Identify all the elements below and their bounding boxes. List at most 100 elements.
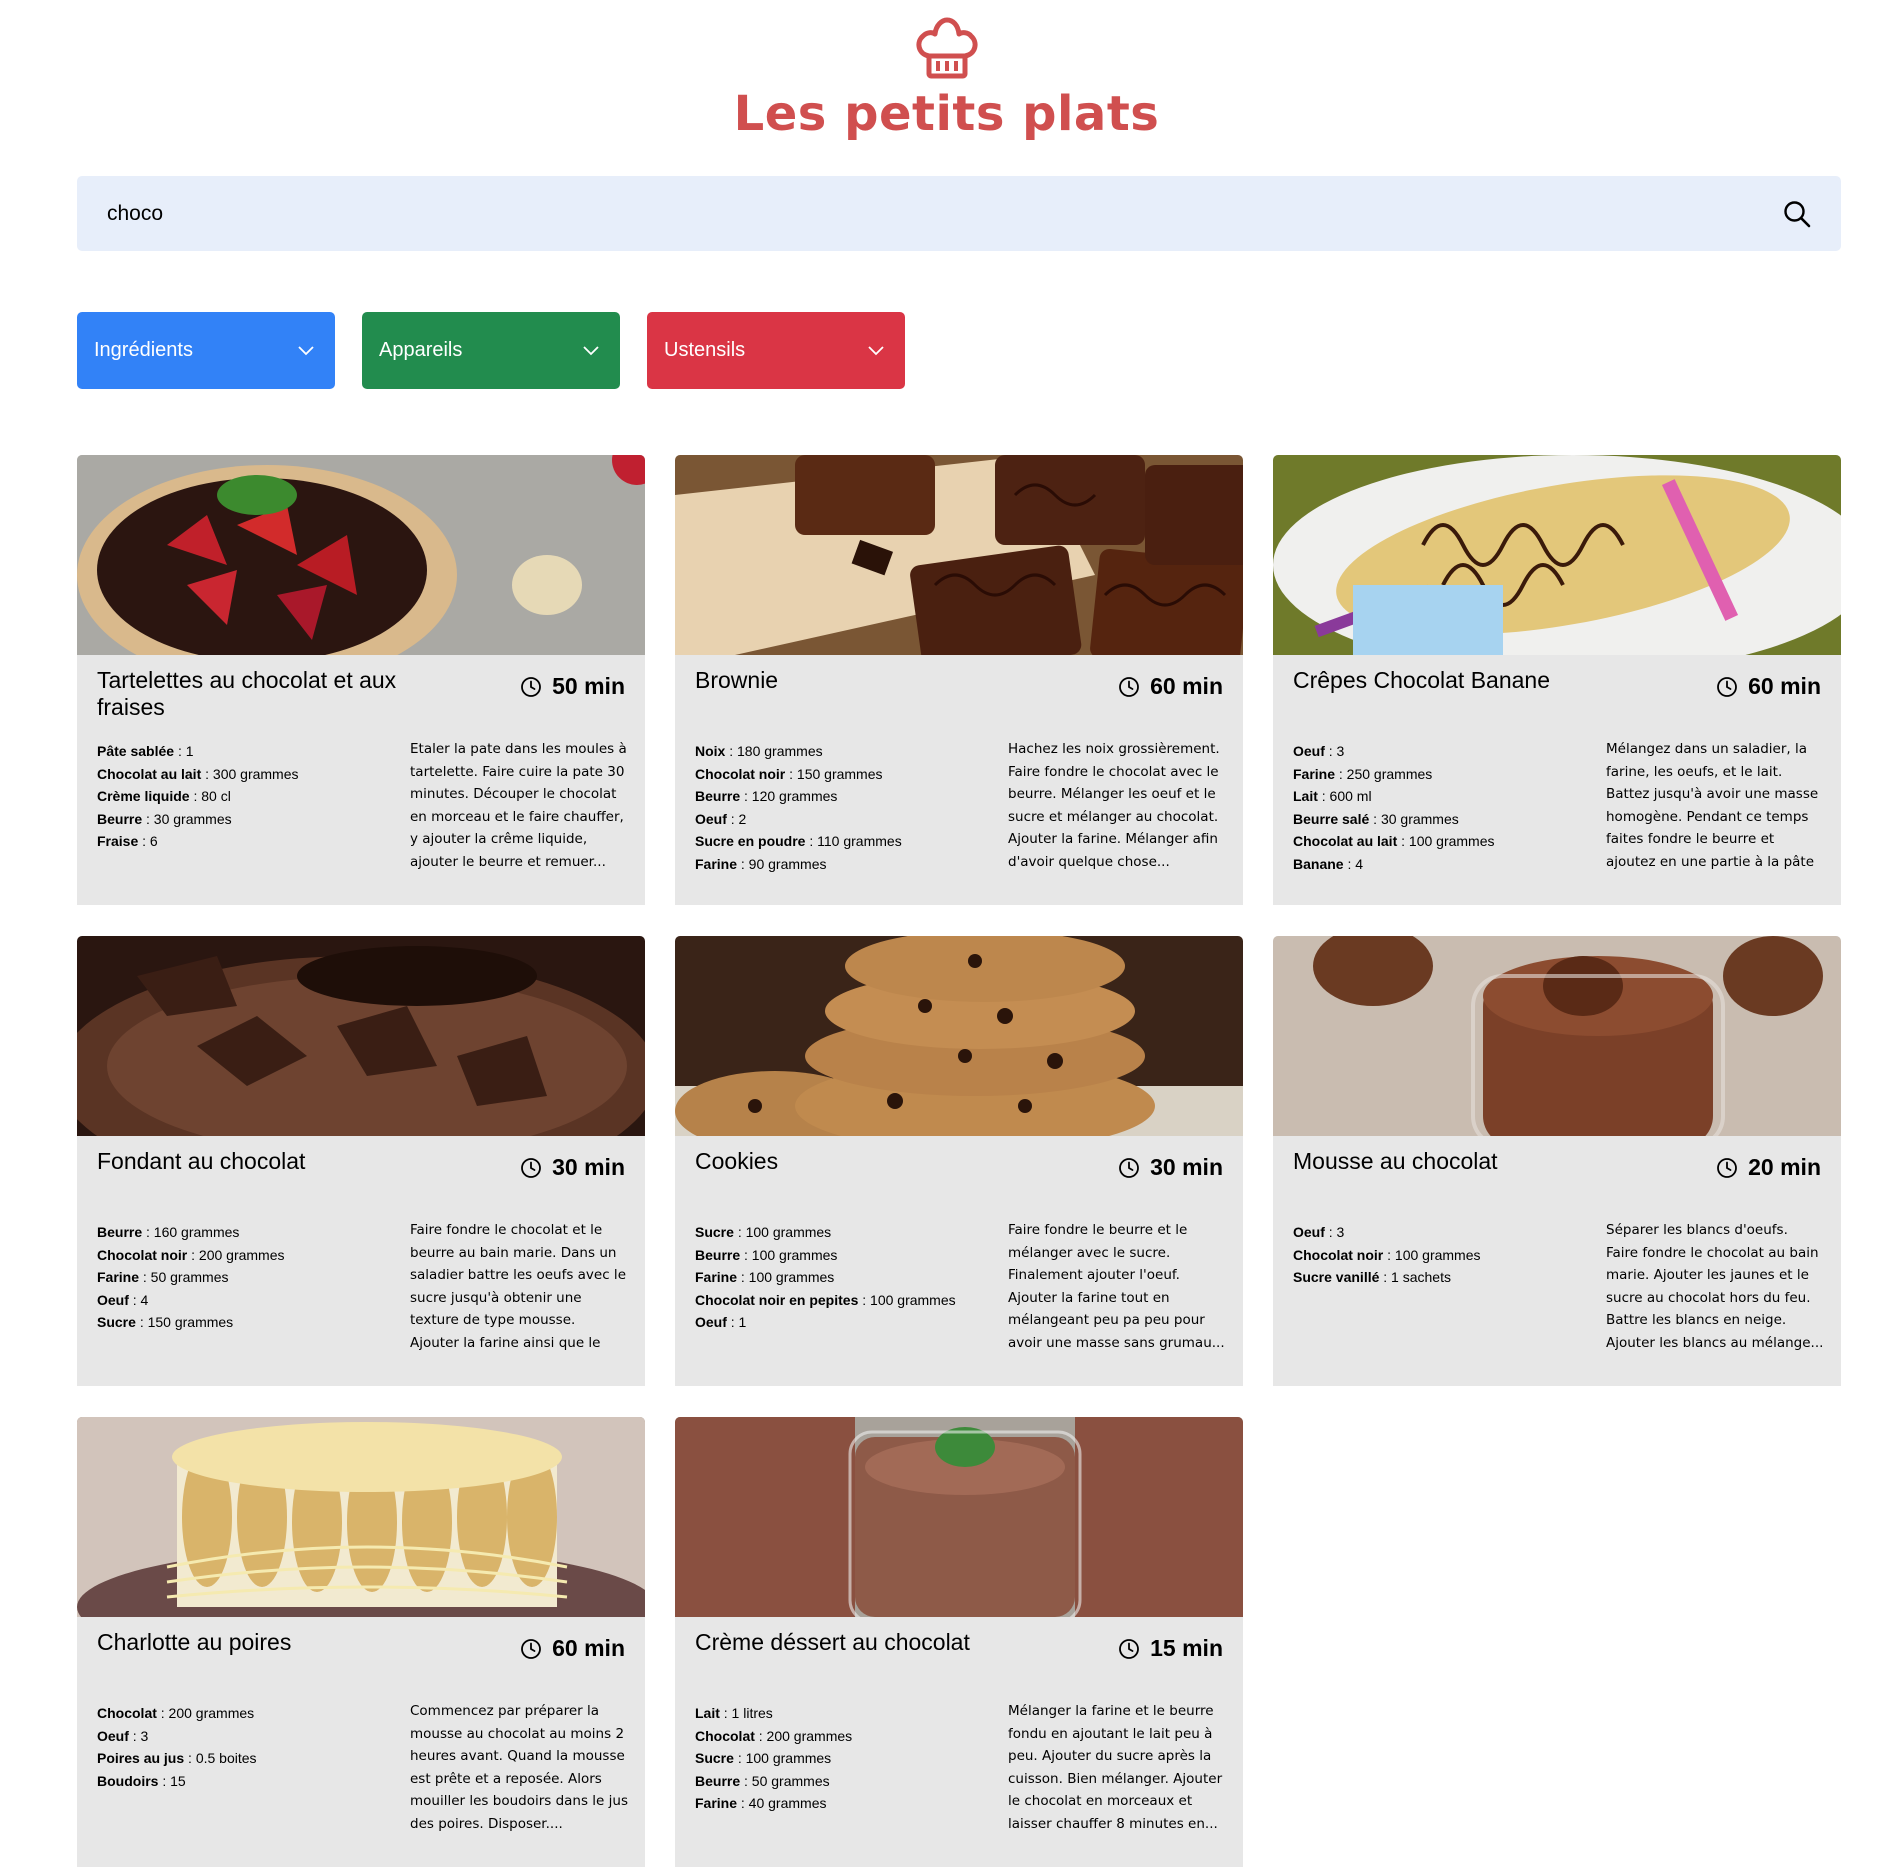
ingredient-name: Chocolat au lait [97, 765, 202, 782]
recipe-card[interactable]: Fondant au chocolat 30 min Beurre : 160 … [77, 936, 645, 1386]
ingredients-filter-button[interactable]: Ingrédients [77, 312, 335, 389]
ingredient-row: Beurre : 50 grammes [695, 1770, 985, 1793]
ingredient-name: Chocolat noir [1293, 1246, 1384, 1263]
ingredient-quantity: : 250 grammes [1338, 765, 1433, 782]
ingredient-list: Oeuf : 3 Farine : 250 grammes Lait : 600 m… [1293, 740, 1583, 875]
ingredient-quantity: : 90 grammes [740, 855, 827, 872]
recipe-description: Faire fondre le chocolat et le beurre au… [410, 1222, 626, 1351]
ingredient-row: Oeuf : 3 [97, 1725, 387, 1748]
ingredient-row: Noix : 180 grammes [695, 740, 985, 763]
clock-icon [1717, 1157, 1738, 1178]
recipe-card[interactable]: Crêpes Chocolat Banane 60 min Oeuf : 3 Fa… [1273, 455, 1841, 905]
ingredient-quantity: : 3 [1328, 743, 1345, 759]
ingredient-row: Pâte sablée : 1 [97, 740, 387, 763]
recipe-image [77, 455, 645, 655]
ingredient-name: Sucre en poudre [695, 833, 806, 849]
ingredient-name: Banane [1293, 855, 1344, 872]
ingredient-quantity: : 150 grammes [789, 765, 883, 782]
ingredient-name: Sucre [97, 1314, 136, 1330]
ingredient-quantity: : 160 grammes [146, 1224, 240, 1240]
recipe-card[interactable]: Charlotte au poires 60 min Chocolat : 20… [77, 1417, 645, 1867]
ingredient-name: Chocolat noir en pepites [695, 1291, 859, 1308]
ustensils-filter-button[interactable]: Ustensils [647, 312, 905, 389]
ingredient-row: Boudoirs : 15 [97, 1770, 387, 1793]
search-bar [77, 175, 1841, 252]
clock-icon [521, 676, 542, 697]
ingredient-quantity: : 3 [132, 1727, 149, 1744]
ingredient-row: Poires au jus : 0.5 boites [97, 1747, 387, 1770]
clock-icon [1119, 1638, 1140, 1659]
recipe-time-value: 60 min [552, 1635, 625, 1661]
ingredient-name: Crème liquide [97, 788, 190, 804]
recipe-description: Mélangez dans un saladier, la farine, le… [1606, 741, 1819, 870]
recipe-card[interactable]: Cookies 30 min Sucre : 100 grammes Beurre… [675, 936, 1243, 1386]
chevron-down-icon [298, 345, 314, 355]
recipe-card[interactable]: Crème déssert au chocolat 15 min Lait : … [675, 1417, 1243, 1867]
recipe-time-value: 60 min [1748, 673, 1821, 699]
ingredient-name: Fraise [97, 833, 139, 849]
ingredient-name: Boudoirs [97, 1772, 159, 1789]
recipe-title: Tartelettes au chocolat et aux fraises [97, 667, 397, 720]
recipe-time: 60 min [1716, 673, 1821, 700]
ingredient-quantity: : 4 [1347, 855, 1364, 872]
ingredient-name: Chocolat noir [97, 1246, 188, 1263]
clock-icon [521, 1157, 542, 1178]
ingredient-quantity: : 1 [730, 1314, 747, 1330]
ingredient-row: Beurre salé : 30 grammes [1293, 808, 1583, 831]
search-icon [1784, 200, 1811, 227]
recipe-grid: Tartelettes au chocolat et aux fraises 5… [77, 455, 1841, 1867]
ingredient-name: Oeuf [97, 1291, 129, 1308]
ingredient-row: Oeuf : 2 [695, 808, 985, 831]
recipe-time: 15 min [1118, 1635, 1223, 1662]
recipe-card[interactable]: Brownie 60 min Noix : 180 grammes Chocola… [675, 455, 1243, 905]
ingredient-name: Beurre [695, 788, 741, 804]
site-header: Les petits plats [0, 16, 1893, 142]
ingredient-row: Beurre : 160 grammes [97, 1221, 387, 1244]
ingredient-row: Oeuf : 3 [1293, 740, 1583, 763]
recipe-time: 30 min [1118, 1154, 1223, 1181]
recipe-description: Etaler la pate dans les moules à tartele… [410, 741, 627, 870]
ingredient-quantity: : 30 grammes [146, 810, 232, 827]
ingredient-row: Sucre : 150 grammes [97, 1311, 387, 1334]
appareils-filter-button[interactable]: Appareils [362, 312, 620, 389]
ingredient-quantity: : 100 grammes [1387, 1246, 1481, 1263]
ingredient-quantity: : 100 grammes [737, 1750, 832, 1766]
ingredient-quantity: : 600 ml [1321, 788, 1372, 804]
recipe-card[interactable]: Mousse au chocolat 20 min Oeuf : 3 Chocol… [1273, 936, 1841, 1386]
recipe-image [675, 455, 1243, 655]
search-input[interactable] [77, 175, 1767, 252]
ingredient-quantity: : 200 grammes [160, 1705, 255, 1721]
filter-label: Ingrédients [94, 339, 193, 361]
recipe-time: 50 min [520, 673, 625, 700]
ingredient-row: Farine : 40 grammes [695, 1792, 985, 1815]
ingredient-quantity: : 4 [132, 1291, 149, 1308]
search-button[interactable] [1767, 184, 1827, 244]
ingredient-quantity: : 150 grammes [139, 1314, 234, 1330]
ingredient-quantity: : 0.5 boites [188, 1750, 257, 1766]
ingredient-quantity: : 100 grammes [737, 1224, 832, 1240]
recipe-time-value: 60 min [1150, 673, 1223, 699]
recipe-description: Hachez les noix grossièrement. Faire fon… [1008, 741, 1220, 870]
ingredient-row: Farine : 100 grammes [695, 1266, 985, 1289]
ingredient-quantity: : 15 [162, 1772, 186, 1789]
ingredient-row: Lait : 1 litres [695, 1702, 985, 1725]
recipe-card[interactable]: Tartelettes au chocolat et aux fraises 5… [77, 455, 645, 905]
ingredient-row: Chocolat : 200 grammes [97, 1702, 387, 1725]
ingredient-row: Farine : 250 grammes [1293, 763, 1583, 786]
recipe-image [77, 1417, 645, 1617]
ingredient-row: Chocolat au lait : 300 grammes [97, 763, 387, 786]
ingredient-name: Oeuf [1293, 1224, 1325, 1240]
recipe-image [1273, 455, 1841, 655]
recipe-time: 30 min [520, 1154, 625, 1181]
chef-hat-icon [915, 17, 978, 79]
ingredient-quantity: : 40 grammes [740, 1795, 827, 1811]
ingredient-row: Lait : 600 ml [1293, 785, 1583, 808]
ingredient-name: Chocolat au lait [1293, 833, 1398, 849]
ingredient-name: Chocolat [97, 1705, 157, 1721]
ingredient-row: Chocolat noir : 200 grammes [97, 1244, 387, 1267]
recipe-time: 60 min [1118, 673, 1223, 700]
ingredient-name: Beurre [97, 810, 143, 827]
filter-bar: Ingrédients Appareils Ustensils [77, 312, 905, 389]
chevron-down-icon [583, 345, 599, 355]
ingredient-quantity: : 1 litres [723, 1705, 773, 1721]
